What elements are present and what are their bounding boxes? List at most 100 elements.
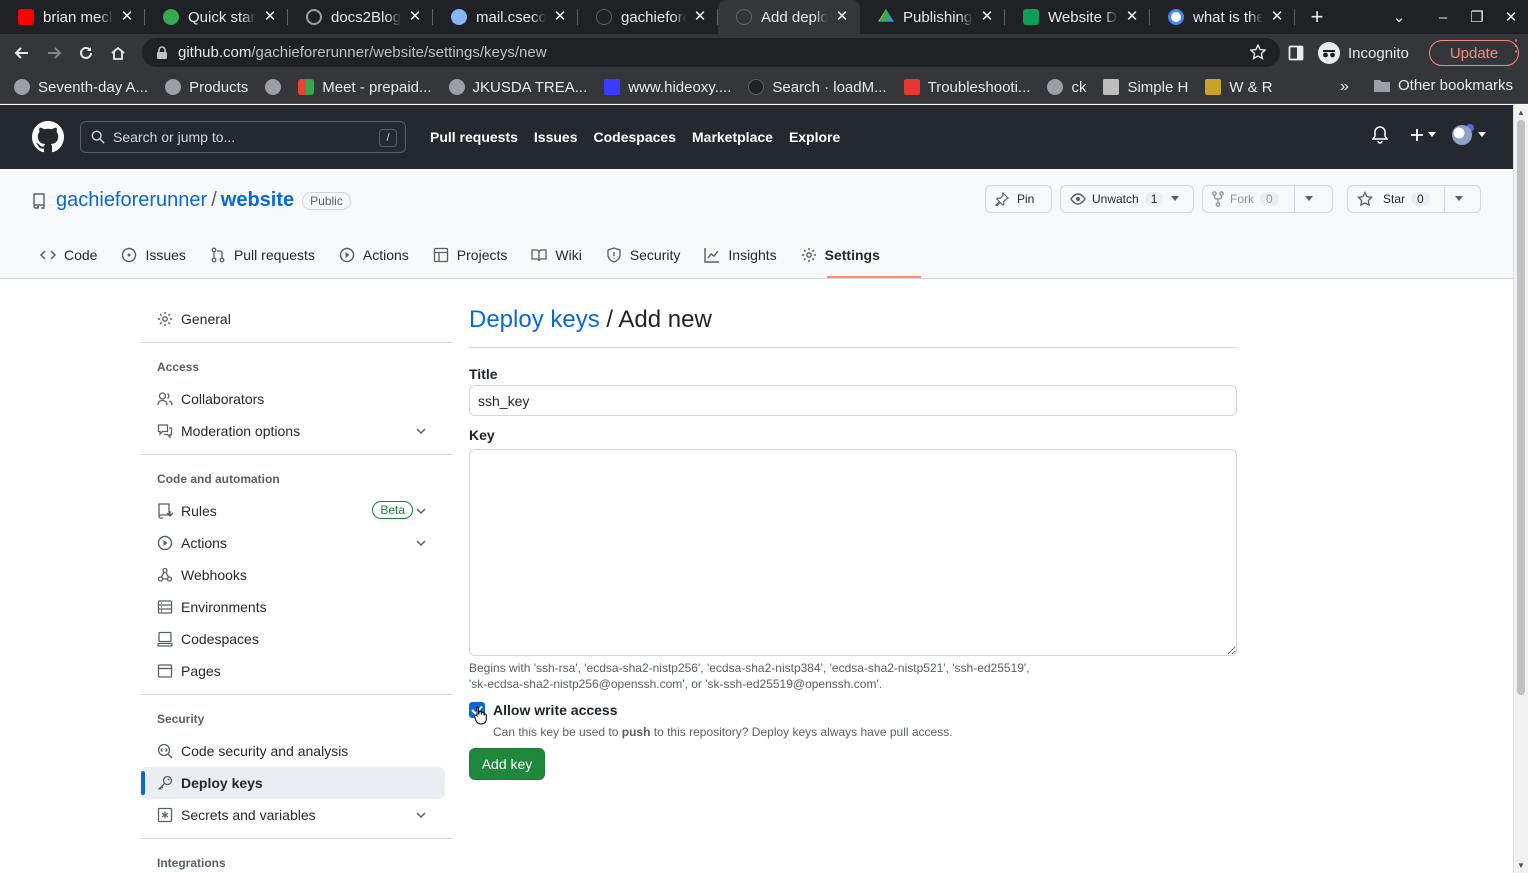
close-tab-icon[interactable]: ✕ (262, 9, 278, 25)
fork-button[interactable]: Fork 0 (1202, 185, 1333, 213)
github-search-input[interactable]: Search or jump to... / (80, 121, 406, 153)
bookmark-item[interactable] (265, 79, 282, 95)
nav-issues[interactable]: Issues (534, 129, 578, 145)
sidebar-item-environments[interactable]: Environments (141, 591, 445, 623)
browser-menu-icon[interactable]: ⋮ (1508, 39, 1524, 55)
address-bar[interactable]: github.com/gachieforerunner/website/sett… (142, 38, 1280, 67)
nav-pull-requests[interactable]: Pull requests (430, 129, 518, 145)
sidebar-item-secrets[interactable]: Secrets and variables (141, 799, 445, 831)
breadcrumb-deploy-keys-link[interactable]: Deploy keys (469, 306, 600, 333)
unwatch-button[interactable]: Unwatch 1 (1060, 185, 1194, 213)
browser-tab[interactable]: Publishing - Google Drive ✕ (860, 0, 1005, 34)
bookmarks-overflow-button[interactable]: » (1340, 78, 1349, 96)
fork-dropdown[interactable] (1293, 186, 1313, 212)
update-button[interactable]: Update (1429, 40, 1519, 66)
user-avatar[interactable] (1452, 124, 1486, 145)
bookmark-item[interactable]: JKUSDA TREA... (448, 79, 587, 96)
page-scrollbar[interactable]: ▲ ▼ (1513, 105, 1528, 873)
sidebar-item-code-security[interactable]: Code security and analysis (141, 735, 445, 767)
tab-issues[interactable]: Issues (113, 240, 193, 270)
scroll-down-arrow-icon[interactable]: ▼ (1517, 861, 1525, 870)
reload-icon[interactable] (70, 37, 102, 69)
other-bookmarks-folder[interactable]: Other bookmarks (1374, 77, 1513, 94)
close-tab-icon[interactable]: ✕ (407, 9, 423, 25)
minimize-icon[interactable]: – (1426, 9, 1460, 26)
side-panel-icon[interactable] (1288, 45, 1304, 61)
browser-tab[interactable]: Quick start ✕ (145, 0, 288, 34)
tab-projects[interactable]: Projects (425, 240, 516, 270)
browser-tab[interactable]: gachieforerunner ✕ (578, 0, 718, 34)
browser-tab-active[interactable]: Add deploy key ✕ (718, 0, 860, 34)
tab-label: Settings (824, 247, 880, 263)
star-dropdown[interactable] (1443, 186, 1463, 212)
bookmark-item[interactable]: Seventh-day A... (14, 79, 148, 96)
nav-explore[interactable]: Explore (789, 129, 840, 145)
bookmark-item[interactable]: W & R (1205, 79, 1273, 96)
bookmark-item[interactable]: Meet - prepaid... (298, 79, 432, 96)
pin-button[interactable]: Pin (985, 185, 1052, 213)
sidebar-item-rules[interactable]: Rules Beta (141, 495, 445, 527)
new-tab-button[interactable]: + (1301, 0, 1333, 34)
close-tab-icon[interactable]: ✕ (1269, 9, 1285, 25)
forward-icon[interactable] (38, 37, 70, 69)
bookmark-item[interactable]: Simple H (1103, 79, 1188, 96)
close-tab-icon[interactable]: ✕ (692, 9, 708, 25)
bookmark-item[interactable]: Search · loadM... (748, 79, 887, 96)
tab-settings[interactable]: Settings (793, 240, 888, 270)
sidebar-item-pages[interactable]: Pages (141, 655, 445, 687)
notifications-bell-icon[interactable] (1372, 126, 1388, 144)
browser-tab[interactable]: what is the ✕ (1150, 0, 1295, 34)
tab-wiki[interactable]: Wiki (523, 240, 589, 270)
bookmark-item[interactable]: www.hideoxy.... (604, 79, 731, 96)
title-input[interactable] (469, 385, 1237, 416)
allow-write-label[interactable]: Allow write access (493, 702, 618, 718)
tab-pull-requests[interactable]: Pull requests (202, 240, 323, 270)
bookmark-label: ck (1071, 78, 1087, 96)
incognito-indicator[interactable]: Incognito (1318, 40, 1409, 66)
sidebar-item-actions[interactable]: Actions (141, 527, 445, 559)
sidebar-item-webhooks[interactable]: Webhooks (141, 559, 445, 591)
tab-security[interactable]: Security (598, 240, 689, 270)
search-shortcut-hint: / (379, 129, 397, 147)
site-info-icon[interactable] (156, 45, 168, 60)
restore-icon[interactable]: ❐ (1460, 8, 1494, 26)
close-tab-icon[interactable]: ✕ (552, 9, 568, 25)
sidebar-item-codespaces[interactable]: Codespaces (141, 623, 445, 655)
back-icon[interactable] (6, 37, 38, 69)
create-new-plus-icon[interactable] (1410, 128, 1436, 142)
github-logo-icon[interactable] (32, 121, 64, 153)
sidebar-item-general[interactable]: General (141, 303, 445, 335)
nav-marketplace[interactable]: Marketplace (692, 129, 773, 145)
tab-code[interactable]: Code (32, 240, 105, 270)
key-textarea[interactable] (469, 449, 1237, 656)
tab-actions[interactable]: Actions (331, 240, 417, 270)
browser-tab[interactable]: Website Data ✕ (1005, 0, 1150, 34)
sidebar-item-collaborators[interactable]: Collaborators (141, 383, 445, 415)
sidebar-item-deploy-keys[interactable]: Deploy keys (141, 767, 445, 799)
browser-tab[interactable]: mail.cseco.co ✕ (433, 0, 578, 34)
bookmark-item[interactable]: Troubleshooti... (903, 79, 1030, 96)
scroll-up-arrow-icon[interactable]: ▲ (1517, 108, 1525, 117)
repo-owner-link[interactable]: gachieforerunner (56, 189, 207, 212)
url-host: github.com (178, 44, 252, 61)
close-window-icon[interactable]: ✕ (1494, 8, 1528, 26)
bookmark-item[interactable]: Products (165, 79, 248, 96)
close-tab-icon[interactable]: ✕ (834, 9, 850, 25)
browser-tab[interactable]: docs2Blog.io ✕ (288, 0, 433, 34)
bookmark-item[interactable]: ck (1047, 79, 1086, 96)
browser-tab[interactable]: brian mechanic ✕ (0, 0, 145, 34)
people-icon (157, 392, 173, 406)
sidebar-item-moderation[interactable]: Moderation options (141, 415, 445, 447)
nav-codespaces[interactable]: Codespaces (594, 129, 676, 145)
bookmark-star-icon[interactable] (1250, 44, 1266, 60)
scrollbar-thumb[interactable] (1517, 120, 1525, 695)
star-button[interactable]: Star 0 (1347, 185, 1481, 213)
close-tab-icon[interactable]: ✕ (119, 9, 135, 25)
add-key-button[interactable]: Add key (469, 748, 545, 780)
close-tab-icon[interactable]: ✕ (1124, 9, 1140, 25)
close-tab-icon[interactable]: ✕ (979, 9, 995, 25)
tab-search-icon[interactable]: ⌄ (1382, 8, 1416, 26)
home-icon[interactable] (102, 37, 134, 69)
tab-insights[interactable]: Insights (696, 240, 784, 270)
repo-name-link[interactable]: website (221, 189, 294, 212)
